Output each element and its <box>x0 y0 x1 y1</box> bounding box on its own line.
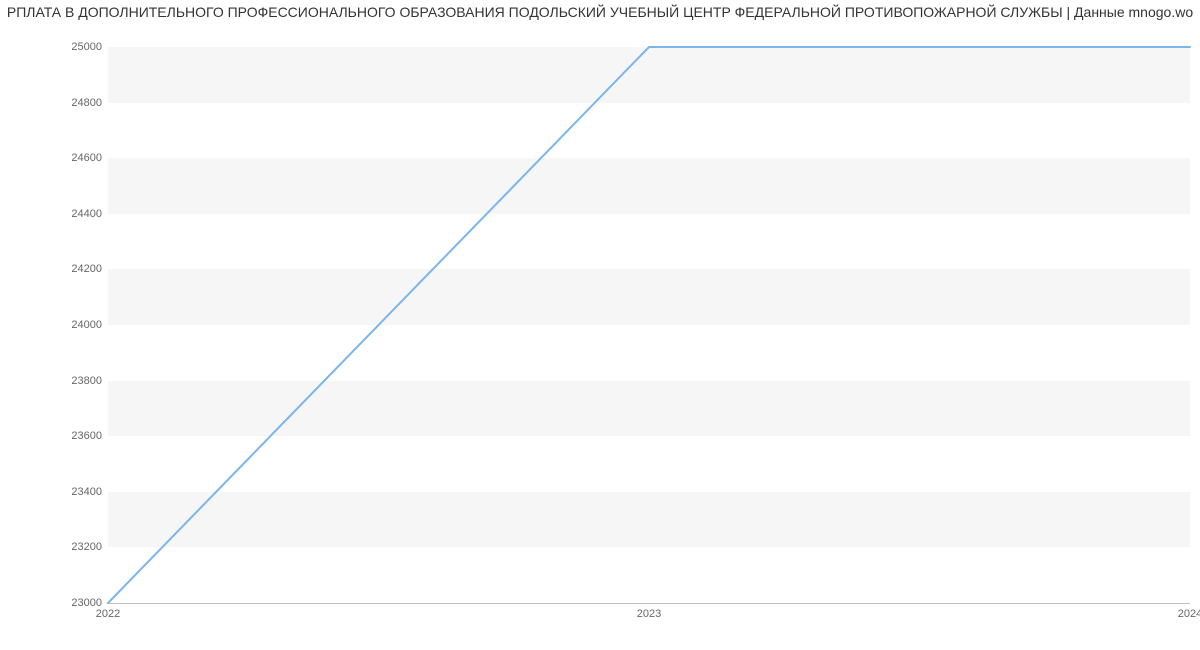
chart-title: РПЛАТА В ДОПОЛНИТЕЛЬНОГО ПРОФЕССИОНАЛЬНО… <box>0 0 1200 24</box>
y-axis-tick-label: 24400 <box>12 208 102 220</box>
y-axis-tick-label: 23200 <box>12 541 102 553</box>
y-axis-tick-label: 24600 <box>12 152 102 164</box>
y-axis-tick-label: 23000 <box>12 597 102 609</box>
y-axis-tick-label: 23400 <box>12 486 102 498</box>
data-series-line <box>108 47 1190 603</box>
y-axis-tick-label: 25000 <box>12 41 102 53</box>
x-axis-tick-label: 2024 <box>1178 608 1200 620</box>
y-axis-tick-label: 23600 <box>12 430 102 442</box>
y-axis-tick-label: 24200 <box>12 263 102 275</box>
chart-container: РПЛАТА В ДОПОЛНИТЕЛЬНОГО ПРОФЕССИОНАЛЬНО… <box>0 0 1200 650</box>
y-axis-tick-label: 24800 <box>12 97 102 109</box>
x-axis-tick-label: 2023 <box>637 608 661 620</box>
x-axis-tick-label: 2022 <box>96 608 120 620</box>
y-axis-tick-label: 23800 <box>12 375 102 387</box>
plot-area <box>108 47 1190 604</box>
line-layer <box>108 47 1190 603</box>
y-axis-tick-label: 24000 <box>12 319 102 331</box>
